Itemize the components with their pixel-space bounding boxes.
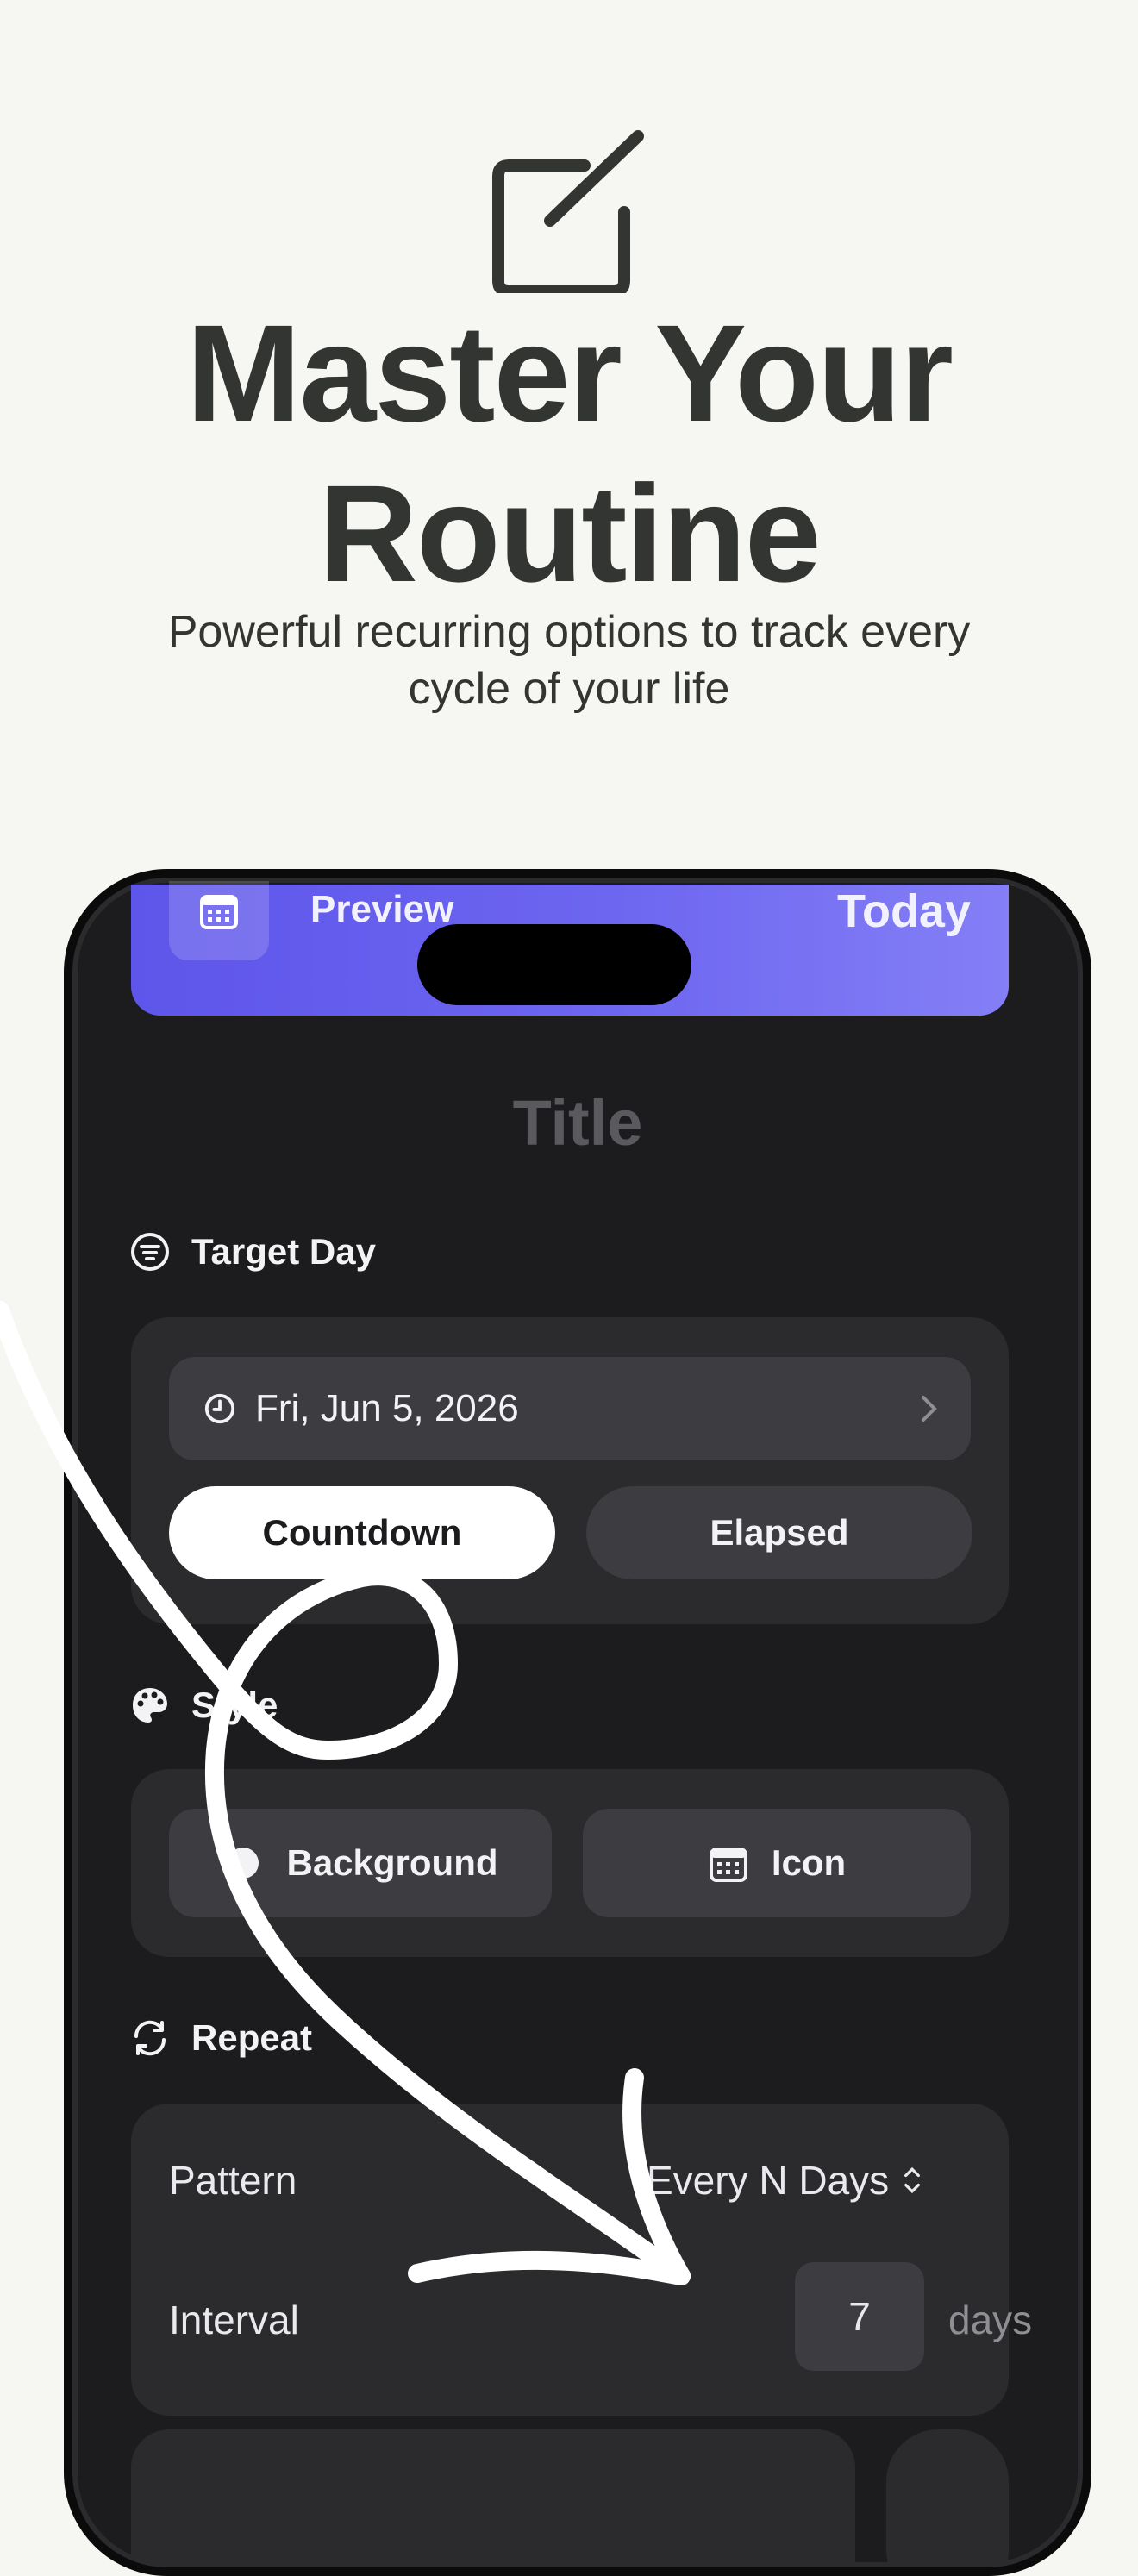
- calendar-icon: [709, 1848, 747, 1882]
- background-button[interactable]: Background: [169, 1809, 552, 1917]
- repeat-heading-label: Repeat: [191, 2017, 313, 2058]
- page-subtitle: Powerful recurring options to track ever…: [86, 603, 1052, 717]
- style-card: Background Icon: [131, 1769, 1009, 1957]
- list-filter-icon: [131, 1233, 169, 1271]
- chevron-up-down-icon: [904, 2166, 921, 2194]
- style-heading: Style: [129, 1685, 278, 1726]
- date-picker-row[interactable]: Fri, Jun 5, 2026: [169, 1357, 971, 1460]
- clock-icon: [204, 1393, 235, 1424]
- next-section-card: [131, 2429, 855, 2567]
- dynamic-island: [417, 924, 691, 1005]
- pattern-label: Pattern: [169, 2158, 297, 2203]
- preview-icon-container: [169, 881, 269, 960]
- edit-square-icon: [492, 130, 644, 293]
- interval-input[interactable]: 7: [795, 2262, 924, 2371]
- target-day-heading-label: Target Day: [191, 1231, 376, 1272]
- elapsed-toggle[interactable]: Elapsed: [586, 1486, 972, 1579]
- background-button-label: Background: [286, 1842, 498, 1883]
- repeat-card: Pattern Every N Days Interval 7 days: [131, 2104, 1032, 2416]
- interval-label: Interval: [169, 2298, 299, 2342]
- repeat-heading: Repeat: [129, 2017, 312, 2059]
- pattern-value: Every N Days: [647, 2158, 890, 2203]
- page-title-line-2: Routine: [318, 456, 821, 610]
- style-heading-label: Style: [191, 1685, 278, 1725]
- repeat-icon: [134, 2020, 166, 2056]
- preview-label: Preview: [310, 888, 454, 930]
- today-label: Today: [836, 885, 971, 937]
- icon-button-label: Icon: [771, 1842, 847, 1883]
- next-section-side-card: [886, 2429, 1009, 2567]
- icon-button[interactable]: Icon: [583, 1809, 971, 1917]
- pattern-select[interactable]: Every N Days: [647, 2157, 922, 2204]
- circle-half-icon: [228, 1848, 259, 1879]
- title-input[interactable]: Title: [72, 1086, 1083, 1160]
- interval-unit: days: [948, 2298, 1033, 2342]
- countdown-toggle[interactable]: Countdown: [169, 1486, 555, 1579]
- phone-mockup: Preview Today Title Target Day Fri, Jun …: [64, 869, 1091, 2576]
- calendar-icon: [200, 895, 238, 929]
- app-screen: Preview Today Title Target Day Fri, Jun …: [72, 878, 1083, 2567]
- target-day-card: Fri, Jun 5, 2026 Countdown Elapsed: [131, 1317, 1009, 1624]
- chevron-right-icon: [922, 1396, 937, 1422]
- page-title-line-1: Master Your: [186, 296, 954, 450]
- page-subtitle-line-2: cycle of your life: [408, 664, 730, 714]
- palette-icon: [133, 1688, 167, 1723]
- target-day-heading: Target Day: [129, 1231, 376, 1272]
- page-title: Master Your Routine: [0, 293, 1138, 614]
- target-date-value: Fri, Jun 5, 2026: [255, 1387, 519, 1429]
- page-subtitle-line-1: Powerful recurring options to track ever…: [167, 607, 971, 657]
